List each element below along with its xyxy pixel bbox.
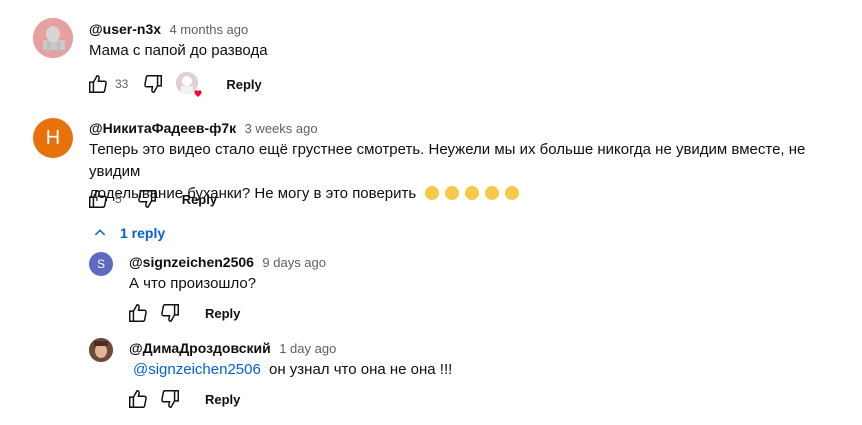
avatar[interactable]: S	[89, 252, 113, 276]
replies-toggle[interactable]: 1 reply	[92, 225, 165, 241]
like-count: 5	[115, 192, 122, 206]
reply-time[interactable]: 1 day ago	[279, 341, 336, 356]
disappointed-face-emoji	[485, 186, 500, 200]
reply-header: @ДимаДроздовский 1 day ago	[129, 340, 336, 358]
chevron-up-icon	[94, 229, 106, 236]
reply-time[interactable]: 9 days ago	[262, 255, 326, 270]
creator-heart	[176, 72, 203, 99]
avatar-letter: S	[96, 257, 105, 271]
comment-actions: 33 Reply	[87, 72, 262, 99]
comment-header: @НикитаФадеев-ф7к 3 weeks ago	[89, 120, 318, 138]
thumbs-down-icon[interactable]	[159, 388, 181, 410]
comment-time[interactable]: 3 weeks ago	[245, 121, 318, 136]
comment-author[interactable]: @user-n3x	[89, 21, 161, 37]
comment-actions: 5 Reply	[87, 188, 217, 210]
reply-text: @signzeichen2506 он узнал что она не она…	[133, 359, 452, 381]
reply-button[interactable]: Reply	[205, 392, 240, 407]
avatar-image	[33, 18, 73, 58]
thumbs-up-icon[interactable]	[87, 188, 109, 210]
reply-button[interactable]: Reply	[182, 192, 217, 207]
thumbs-up-icon[interactable]	[127, 302, 149, 324]
like-count: 33	[115, 77, 129, 91]
replies-count: 1 reply	[120, 225, 166, 241]
emoji-row	[425, 185, 525, 202]
reply-actions: Reply	[127, 302, 240, 324]
avatar-image	[89, 338, 113, 362]
thumbs-down-icon[interactable]	[142, 73, 164, 95]
reply-button[interactable]: Reply	[226, 77, 261, 92]
sad-face-emoji	[465, 186, 480, 200]
reply-text: А что произошло?	[129, 275, 257, 292]
reply-actions: Reply	[127, 388, 240, 410]
comment-text: Мама с папой до развода	[89, 42, 268, 59]
reply-header: @signzeichen2506 9 days ago	[129, 254, 326, 272]
avatar[interactable]: H	[33, 118, 73, 158]
thumbs-down-icon[interactable]	[159, 302, 181, 324]
reply-text-body: он узнал что она не она !!!	[269, 361, 453, 378]
thumbs-down-icon[interactable]	[136, 188, 158, 210]
creator-heart-icon	[193, 89, 203, 99]
avatar[interactable]	[89, 338, 113, 362]
frowning-face-emoji	[425, 186, 440, 200]
comment-time[interactable]: 4 months ago	[169, 22, 248, 37]
comment-author[interactable]: @НикитаФадеев-ф7к	[89, 120, 236, 136]
reply-author[interactable]: @ДимаДроздовский	[129, 340, 271, 356]
reply-author[interactable]: @signzeichen2506	[129, 254, 254, 270]
crying-face-emoji	[445, 186, 460, 200]
reply-button[interactable]: Reply	[205, 306, 240, 321]
comment-text-line: Теперь это видео стало ещё грустнее смот…	[89, 141, 806, 180]
thumbs-up-icon[interactable]	[127, 388, 149, 410]
mention-link[interactable]: @signzeichen2506	[133, 361, 261, 378]
avatar-letter: H	[45, 126, 61, 149]
avatar[interactable]	[33, 18, 73, 58]
comment-header: @user-n3x 4 months ago	[89, 21, 248, 39]
thumbs-up-icon[interactable]	[87, 73, 109, 95]
fearful-face-emoji	[505, 186, 520, 200]
